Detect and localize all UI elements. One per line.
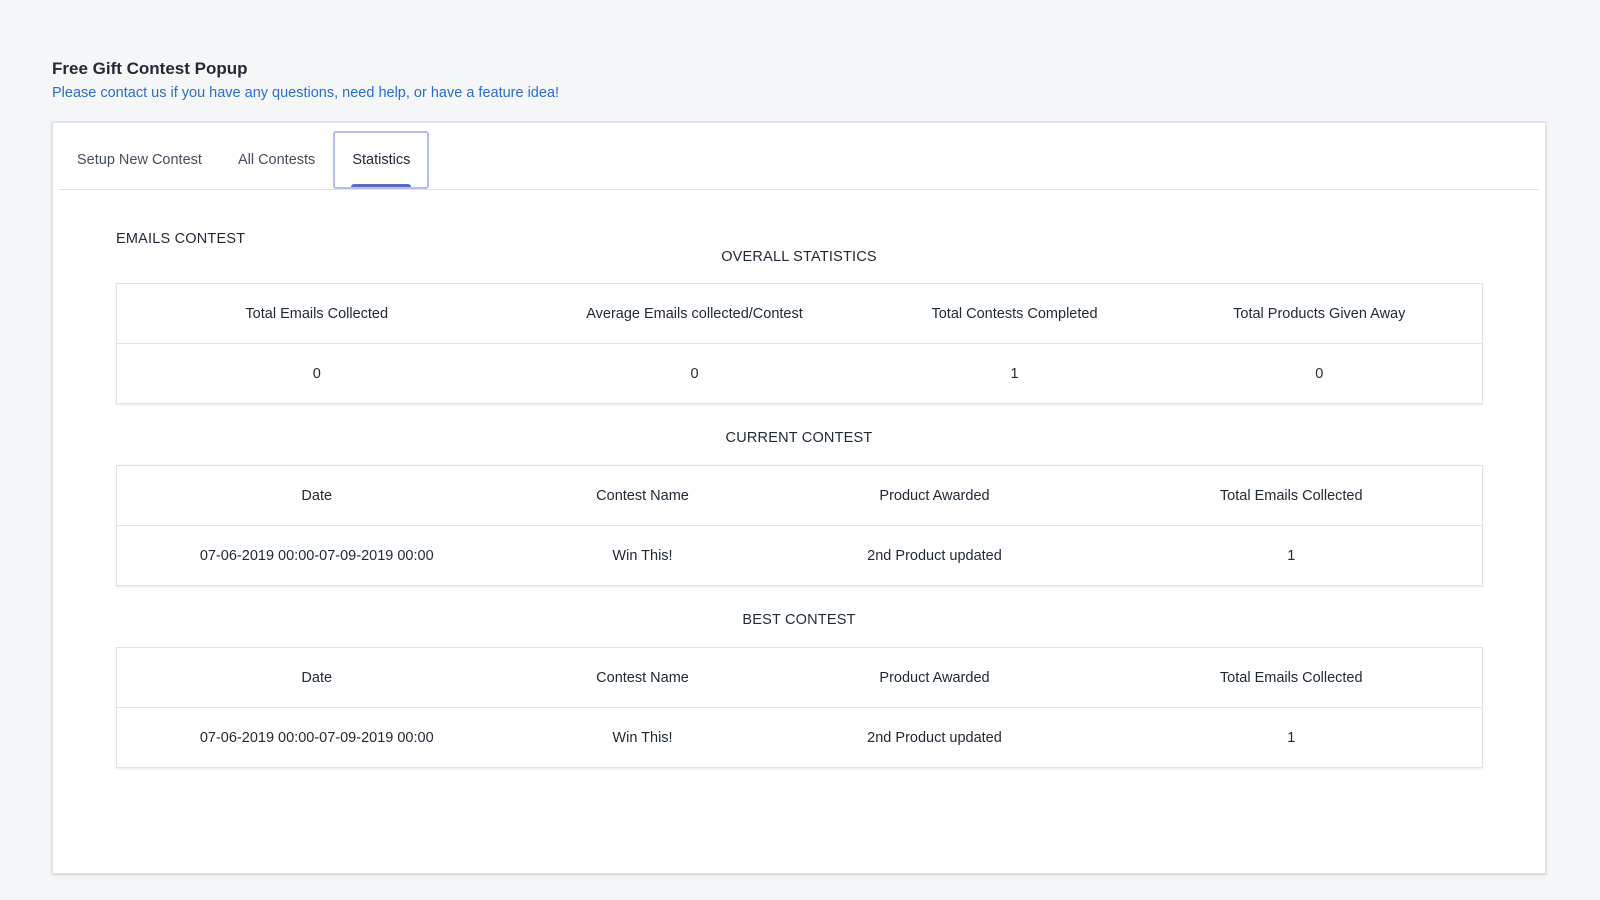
column-header: Contest Name — [517, 648, 769, 708]
column-header: Product Awarded — [769, 466, 1101, 526]
column-header: Date — [117, 648, 517, 708]
table-row: 07-06-2019 00:00-07-09-2019 00:00 Win Th… — [117, 526, 1483, 586]
tab-label: Setup New Contest — [77, 152, 202, 168]
contest-name-cell: Win This! — [517, 526, 769, 586]
column-header: Total Emails Collected — [1101, 648, 1483, 708]
contact-link[interactable]: Please contact us if you have any questi… — [52, 83, 559, 103]
table-row: 07-06-2019 00:00-07-09-2019 00:00 Win Th… — [117, 708, 1483, 768]
tab-label: Statistics — [352, 152, 410, 168]
main-card: Setup New Contest All Contests Statistic… — [52, 122, 1546, 874]
active-tab-indicator — [351, 184, 411, 187]
current-contest-table: Date Contest Name Product Awarded Total … — [116, 465, 1483, 586]
column-header: Total Products Given Away — [1157, 284, 1483, 344]
column-header: Average Emails collected/Contest — [517, 284, 873, 344]
column-header: Date — [117, 466, 517, 526]
column-header: Total Contests Completed — [873, 284, 1157, 344]
date-cell: 07-06-2019 00:00-07-09-2019 00:00 — [117, 526, 517, 586]
column-header: Contest Name — [517, 466, 769, 526]
column-header: Total Emails Collected — [1101, 466, 1483, 526]
product-awarded-cell: 2nd Product updated — [769, 708, 1101, 768]
column-header: Product Awarded — [769, 648, 1101, 708]
product-awarded-cell: 2nd Product updated — [769, 526, 1101, 586]
best-contest-title: BEST CONTEST — [116, 612, 1482, 632]
tab-statistics[interactable]: Statistics — [333, 131, 429, 189]
date-cell: 07-06-2019 00:00-07-09-2019 00:00 — [117, 708, 517, 768]
tab-label: All Contests — [238, 152, 315, 168]
tab-setup-new-contest[interactable]: Setup New Contest — [59, 131, 220, 189]
contests-completed-value: 1 — [873, 344, 1157, 404]
tab-all-contests[interactable]: All Contests — [220, 131, 333, 189]
contest-name-cell: Win This! — [517, 708, 769, 768]
page-title: Free Gift Contest Popup — [52, 58, 559, 80]
products-given-value: 0 — [1157, 344, 1483, 404]
column-header: Total Emails Collected — [117, 284, 517, 344]
table-header-row: Total Emails Collected Average Emails co… — [117, 284, 1483, 344]
overall-statistics-table: Total Emails Collected Average Emails co… — [116, 283, 1483, 404]
total-emails-value: 0 — [117, 344, 517, 404]
best-contest-table: Date Contest Name Product Awarded Total … — [116, 647, 1483, 768]
emails-collected-cell: 1 — [1101, 526, 1483, 586]
emails-collected-cell: 1 — [1101, 708, 1483, 768]
tab-bar: Setup New Contest All Contests Statistic… — [59, 123, 1539, 190]
page-header: Free Gift Contest Popup Please contact u… — [52, 58, 559, 103]
average-emails-value: 0 — [517, 344, 873, 404]
table-header-row: Date Contest Name Product Awarded Total … — [117, 466, 1483, 526]
statistics-panel: EMAILS CONTEST OVERALL STATISTICS Total … — [116, 231, 1482, 768]
emails-contest-label: EMAILS CONTEST — [116, 231, 1482, 251]
current-contest-title: CURRENT CONTEST — [116, 430, 1482, 450]
table-row: 0 0 1 0 — [117, 344, 1483, 404]
overall-statistics-title: OVERALL STATISTICS — [116, 249, 1482, 269]
table-header-row: Date Contest Name Product Awarded Total … — [117, 648, 1483, 708]
